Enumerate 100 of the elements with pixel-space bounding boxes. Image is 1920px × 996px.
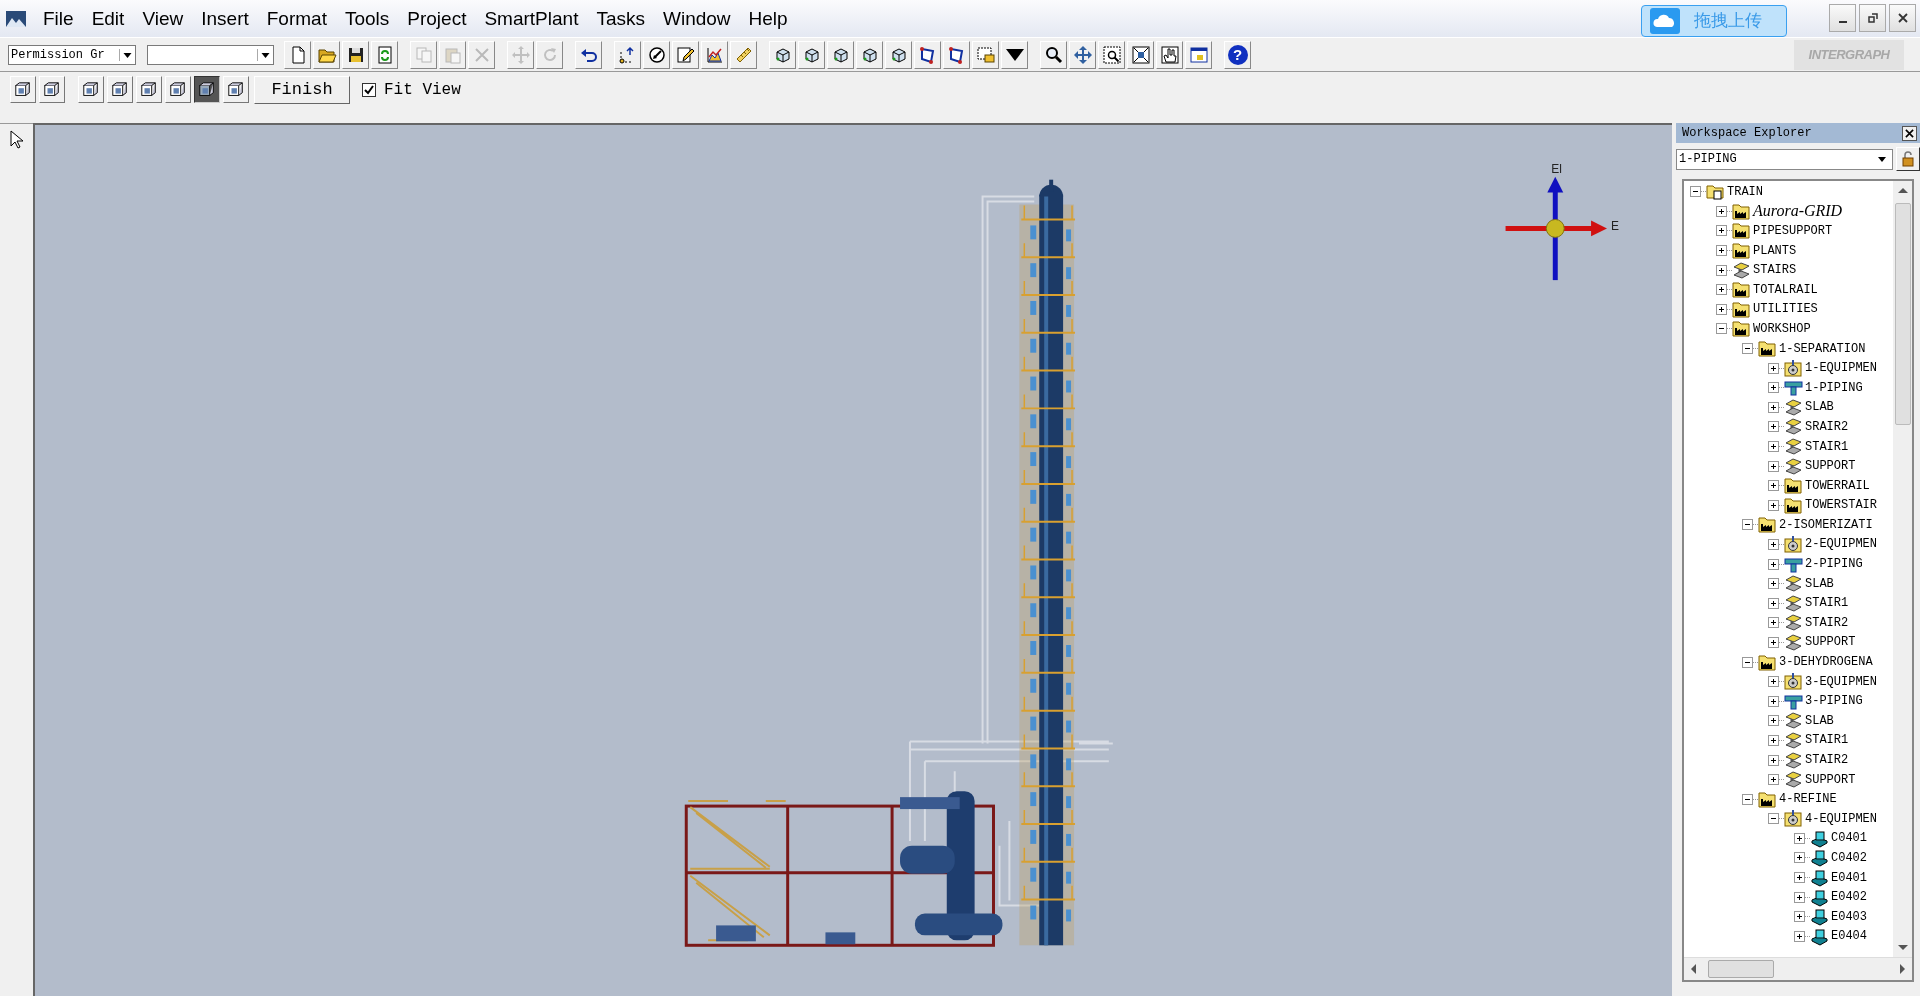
- tree-item[interactable]: E0402: [1831, 890, 1867, 905]
- expand-toggle[interactable]: [1690, 186, 1701, 198]
- tree-item[interactable]: SUPPORT: [1805, 772, 1856, 787]
- toolbar-button[interactable]: [914, 40, 941, 69]
- tree-item[interactable]: TRAIN: [1727, 184, 1763, 199]
- expand-toggle[interactable]: [1768, 774, 1779, 786]
- tree-item[interactable]: 4-REFINE: [1779, 792, 1837, 807]
- expand-toggle[interactable]: [1768, 362, 1779, 374]
- expand-toggle[interactable]: [1768, 734, 1779, 746]
- app-icon[interactable]: [6, 8, 26, 29]
- menu-item[interactable]: Project: [398, 7, 476, 30]
- tree-item[interactable]: STAIR1: [1805, 733, 1849, 748]
- expand-toggle[interactable]: [1716, 205, 1727, 217]
- menu-item[interactable]: File: [34, 7, 83, 30]
- restore-button[interactable]: [1859, 4, 1886, 32]
- menu-item[interactable]: Edit: [82, 7, 134, 30]
- expand-toggle[interactable]: [1768, 558, 1779, 570]
- toolbar-button[interactable]: [1127, 40, 1154, 69]
- expand-toggle[interactable]: [1768, 539, 1779, 550]
- expand-toggle[interactable]: [1794, 891, 1805, 903]
- tree-item[interactable]: C0402: [1831, 851, 1867, 865]
- toolbar-button[interactable]: [342, 40, 369, 69]
- expand-toggle[interactable]: [1794, 832, 1805, 844]
- minimize-button[interactable]: [1829, 4, 1856, 32]
- toolbar-button[interactable]: [1040, 40, 1067, 69]
- expand-toggle[interactable]: [1768, 695, 1779, 707]
- tree-item[interactable]: SUPPORT: [1805, 635, 1856, 650]
- tree-item[interactable]: PLANTS: [1753, 243, 1797, 258]
- toolbar-button[interactable]: [614, 40, 641, 69]
- menu-item[interactable]: Format: [257, 7, 336, 30]
- tree-item[interactable]: SLAB: [1805, 400, 1834, 415]
- toolbar-button[interactable]: [1001, 40, 1028, 69]
- expand-toggle[interactable]: [1768, 499, 1779, 511]
- toolbar-button[interactable]: [575, 40, 602, 69]
- menu-item[interactable]: View: [133, 7, 193, 30]
- toolbar-button[interactable]: [943, 40, 970, 69]
- tree-item[interactable]: STAIR1: [1805, 439, 1849, 454]
- tree-item[interactable]: Aurora-GRID: [1753, 202, 1843, 221]
- toolbar-button[interactable]: [1098, 40, 1125, 69]
- tree-item[interactable]: TOWERSTAIR: [1805, 498, 1877, 513]
- toolbar-button[interactable]: [672, 40, 699, 69]
- expand-toggle[interactable]: [1768, 617, 1779, 629]
- toolbar-button[interactable]: [643, 40, 670, 69]
- tree-item[interactable]: 1-EQUIPMEN: [1805, 361, 1877, 376]
- menu-item[interactable]: Insert: [192, 7, 258, 30]
- expand-toggle[interactable]: [1716, 303, 1727, 315]
- filter-dropdown[interactable]: 1-PIPING: [1676, 148, 1893, 170]
- toolbar-button[interactable]: [885, 40, 912, 69]
- tree-item[interactable]: SUPPORT: [1805, 459, 1856, 474]
- expand-toggle[interactable]: [1768, 715, 1779, 727]
- menu-item[interactable]: Tasks: [587, 7, 654, 30]
- tree-item[interactable]: 3-DEHYDROGENA: [1779, 655, 1873, 670]
- expand-toggle[interactable]: [1768, 813, 1779, 825]
- view-button[interactable]: [194, 76, 220, 103]
- tree-item[interactable]: STAIR2: [1805, 753, 1849, 767]
- horizontal-scrollbar[interactable]: [1684, 957, 1912, 980]
- toolbar-button[interactable]: [798, 40, 825, 69]
- finish-button[interactable]: Finish: [254, 75, 350, 104]
- expand-toggle[interactable]: [1768, 597, 1779, 609]
- scroll-thumb[interactable]: [1894, 203, 1911, 425]
- pointer-icon[interactable]: [8, 130, 25, 150]
- fit-view-checkbox[interactable]: [362, 82, 376, 97]
- expand-toggle[interactable]: [1716, 245, 1727, 257]
- vertical-scrollbar[interactable]: [1893, 181, 1912, 957]
- close-button[interactable]: [1889, 4, 1916, 32]
- toolbar-button[interactable]: [1069, 40, 1096, 69]
- expand-toggle[interactable]: [1768, 382, 1779, 394]
- expand-toggle[interactable]: [1768, 636, 1779, 648]
- tree-item[interactable]: 4-EQUIPMEN: [1805, 811, 1877, 826]
- model-viewport[interactable]: El E: [33, 123, 1672, 996]
- expand-toggle[interactable]: [1794, 852, 1805, 864]
- tree-item[interactable]: WORKSHOP: [1753, 321, 1811, 336]
- toolbar-button[interactable]: [769, 40, 796, 69]
- tree-item[interactable]: E0404: [1831, 929, 1867, 944]
- tree-item[interactable]: 1-SEPARATION: [1779, 341, 1866, 356]
- expand-toggle[interactable]: [1768, 676, 1779, 688]
- tree-item[interactable]: TOWERRAIL: [1805, 478, 1870, 493]
- tree-item[interactable]: SLAB: [1805, 576, 1834, 591]
- tree-item[interactable]: 2-PIPING: [1805, 557, 1863, 572]
- expand-toggle[interactable]: [1742, 343, 1753, 355]
- tree-item[interactable]: TOTALRAIL: [1753, 282, 1818, 297]
- tree-item[interactable]: E0403: [1831, 909, 1867, 924]
- toolbar-button[interactable]: [1185, 40, 1212, 69]
- tree-item[interactable]: SLAB: [1805, 713, 1834, 728]
- expand-toggle[interactable]: [1742, 793, 1753, 805]
- tree-item[interactable]: PIPESUPPORT: [1753, 224, 1833, 238]
- expand-toggle[interactable]: [1768, 421, 1779, 433]
- expand-toggle[interactable]: [1768, 441, 1779, 452]
- toolbar-button[interactable]: [701, 40, 728, 69]
- tree-item[interactable]: C0401: [1831, 831, 1867, 846]
- menu-item[interactable]: SmartPlant: [475, 7, 588, 30]
- tree-item[interactable]: E0401: [1831, 870, 1867, 885]
- expand-toggle[interactable]: [1742, 656, 1753, 668]
- tree-item[interactable]: 3-EQUIPMEN: [1805, 674, 1877, 689]
- tree-item[interactable]: STAIRS: [1753, 263, 1797, 278]
- tree-item[interactable]: 3-PIPING: [1805, 694, 1863, 709]
- expand-toggle[interactable]: [1794, 872, 1805, 884]
- expand-toggle[interactable]: [1768, 754, 1779, 766]
- tree-item[interactable]: STAIR1: [1805, 596, 1849, 611]
- expand-toggle[interactable]: [1716, 284, 1727, 296]
